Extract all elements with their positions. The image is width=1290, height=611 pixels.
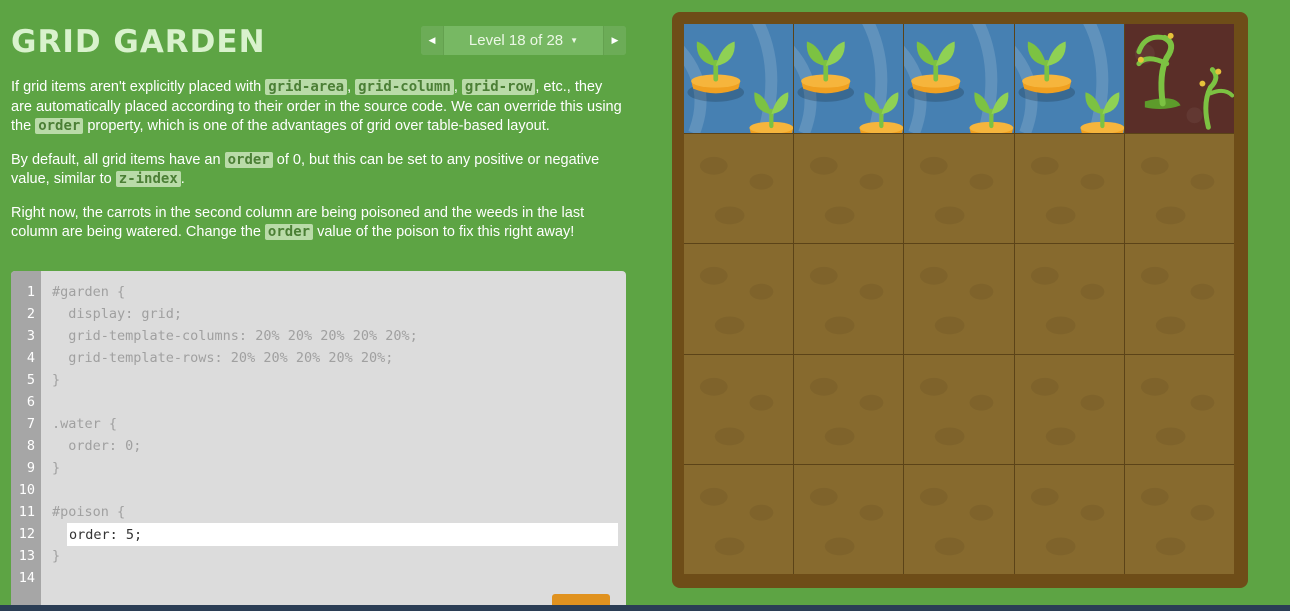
code-line: 11 #poison { bbox=[11, 501, 626, 523]
line-number: 7 bbox=[26, 416, 35, 432]
line-number: 8 bbox=[26, 438, 35, 454]
soil-cell bbox=[1014, 354, 1124, 464]
line-number: 6 bbox=[26, 394, 35, 410]
previous-level-icon[interactable]: ◀ bbox=[421, 26, 443, 55]
poison-cell bbox=[1124, 24, 1234, 134]
code-line: 2 display: grid; bbox=[11, 303, 626, 325]
line-number: 14 bbox=[18, 570, 35, 586]
soil-cell bbox=[904, 354, 1014, 464]
code-text: grid-template-rows: 20% 20% 20% 20% 20%; bbox=[52, 350, 394, 366]
code-text: } bbox=[52, 460, 61, 476]
soil-cell bbox=[1014, 244, 1124, 354]
soil-cell bbox=[904, 244, 1014, 354]
text: , bbox=[347, 79, 356, 95]
code-text: grid-template-columns: 20% 20% 20% 20% 2… bbox=[52, 328, 418, 344]
code-grid-row: grid-row bbox=[461, 79, 536, 95]
water-cell bbox=[1014, 24, 1124, 134]
next-level-icon[interactable]: ▶ bbox=[604, 26, 626, 55]
soil-cell bbox=[904, 134, 1014, 244]
code-editor: 1 #garden {2 display: grid; 3 grid-templat… bbox=[11, 271, 626, 611]
soil-cell bbox=[684, 354, 794, 464]
code-line: 6 bbox=[11, 391, 626, 413]
code-line: 9} bbox=[11, 457, 626, 479]
water-cell bbox=[684, 24, 794, 134]
line-number: 13 bbox=[18, 548, 35, 564]
caret-down-icon: ▼ bbox=[570, 36, 579, 45]
code-z-index: z-index bbox=[115, 171, 181, 187]
code-grid-column: grid-column bbox=[355, 79, 454, 95]
text: . bbox=[180, 171, 185, 187]
soil-cell bbox=[794, 464, 904, 574]
code-text: .water { bbox=[52, 416, 118, 432]
code-line: 1 #garden { bbox=[11, 281, 626, 303]
soil-cell bbox=[794, 354, 904, 464]
soil-cell bbox=[1124, 244, 1234, 354]
soil-cell bbox=[794, 244, 904, 354]
code-line: 14 bbox=[11, 567, 626, 589]
soil-cell bbox=[904, 464, 1014, 574]
soil-cell bbox=[684, 134, 794, 244]
line-number: 10 bbox=[18, 482, 35, 498]
instructions-paragraph-1: If grid items aren't explicitly placed w… bbox=[11, 78, 626, 137]
code-line: 13} bbox=[11, 545, 626, 567]
instructions: If grid items aren't explicitly placed w… bbox=[11, 78, 626, 257]
instructions-paragraph-2: By default, all grid items have an order… bbox=[11, 151, 626, 190]
soil-cell bbox=[794, 134, 904, 244]
line-number: 11 bbox=[18, 504, 35, 520]
line-number: 2 bbox=[26, 306, 35, 322]
code-text: #garden { bbox=[52, 284, 126, 300]
soil-cell bbox=[1124, 464, 1234, 574]
code-line: 5} bbox=[11, 369, 626, 391]
line-number: 12 bbox=[18, 526, 35, 542]
css-input-field[interactable] bbox=[67, 523, 618, 546]
line-number: 1 bbox=[26, 284, 35, 300]
bottom-bar bbox=[0, 605, 1290, 611]
garden-board bbox=[672, 12, 1248, 588]
line-number: 3 bbox=[26, 328, 35, 344]
level-navigation: ◀ Level 18 of 28 ▼ ▶ bbox=[421, 26, 626, 55]
water-cell bbox=[904, 24, 1014, 134]
code-text: display: grid; bbox=[52, 306, 183, 322]
code-order: order bbox=[35, 118, 84, 134]
line-number: 4 bbox=[26, 350, 35, 366]
code-text: #poison { bbox=[52, 504, 126, 520]
code-grid-area: grid-area bbox=[265, 79, 348, 95]
code-line: 8 order: 0; bbox=[11, 435, 626, 457]
soil-cell bbox=[1124, 354, 1234, 464]
garden-grid bbox=[684, 24, 1234, 574]
code-line: 3 grid-template-columns: 20% 20% 20% 20%… bbox=[11, 325, 626, 347]
code-text: } bbox=[52, 372, 61, 388]
code-line: 4 grid-template-rows: 20% 20% 20% 20% 20… bbox=[11, 347, 626, 369]
line-number: 5 bbox=[26, 372, 35, 388]
code-order: order bbox=[264, 224, 314, 240]
soil-cell bbox=[684, 464, 794, 574]
soil-cell bbox=[1014, 134, 1124, 244]
game-title: GRID GARDEN bbox=[11, 24, 266, 60]
text: value of the poison to fix this right aw… bbox=[313, 224, 575, 240]
instructions-paragraph-3: Right now, the carrots in the second col… bbox=[11, 204, 626, 243]
soil-cell bbox=[1124, 134, 1234, 244]
code-line: 7 .water { bbox=[11, 413, 626, 435]
soil-cell bbox=[684, 244, 794, 354]
text: By default, all grid items have an bbox=[11, 151, 225, 168]
soil-cell bbox=[1014, 464, 1124, 574]
code-order: order bbox=[224, 151, 273, 168]
code-text: order: 0; bbox=[52, 438, 142, 454]
level-label: Level 18 of 28 bbox=[468, 32, 564, 49]
line-number: 9 bbox=[26, 460, 35, 476]
code-line: 10 bbox=[11, 479, 626, 501]
code-text: } bbox=[52, 548, 61, 564]
text: , bbox=[453, 79, 462, 95]
text: property, which is one of the advantages… bbox=[83, 118, 550, 134]
text: If grid items aren't explicitly placed w… bbox=[11, 79, 266, 95]
water-cell bbox=[794, 24, 904, 134]
level-selector[interactable]: Level 18 of 28 ▼ bbox=[443, 26, 604, 55]
